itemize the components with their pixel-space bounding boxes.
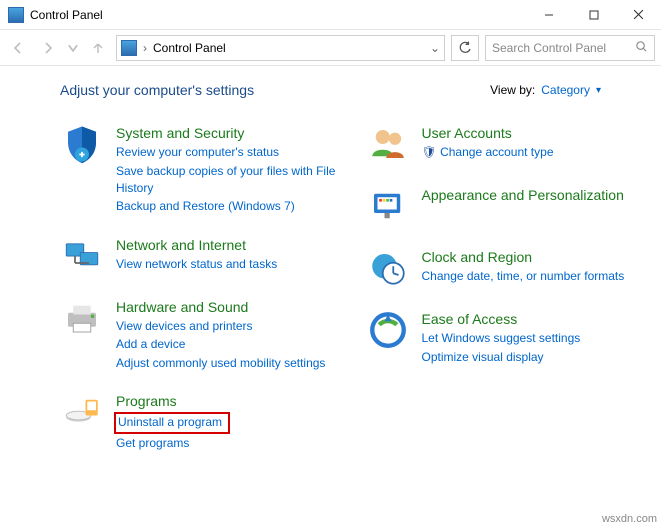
user-accounts-icon [366, 122, 410, 166]
clock-icon [366, 246, 410, 290]
category-title[interactable]: System and Security [116, 124, 336, 142]
link-devices-printers[interactable]: View devices and printers [116, 318, 325, 335]
breadcrumb-path[interactable]: Control Panel [153, 41, 424, 55]
address-bar[interactable]: › Control Panel ⌄ [116, 35, 445, 61]
programs-icon [60, 390, 104, 434]
category-title[interactable]: Clock and Region [422, 248, 625, 266]
category-clock-and-region: Clock and Region Change date, time, or n… [366, 246, 642, 290]
search-icon [635, 40, 648, 56]
link-network-status[interactable]: View network status and tasks [116, 256, 277, 273]
back-button[interactable] [6, 36, 30, 60]
view-by-control: View by: Category ▾ [490, 83, 601, 97]
page-title: Adjust your computer's settings [60, 82, 254, 98]
view-by-label: View by: [490, 83, 535, 97]
watermark-text: wsxdn.com [602, 513, 657, 525]
caret-down-icon[interactable]: ▾ [596, 85, 601, 96]
category-title[interactable]: Ease of Access [422, 310, 581, 328]
maximize-button[interactable] [571, 0, 616, 30]
control-panel-icon [121, 40, 137, 56]
refresh-button[interactable] [451, 35, 479, 61]
content-area: Adjust your computer's settings View by:… [0, 66, 661, 480]
control-panel-app-icon [8, 7, 24, 23]
network-icon [60, 234, 104, 278]
highlight-box: Uninstall a program [114, 412, 230, 433]
link-mobility-settings[interactable]: Adjust commonly used mobility settings [116, 355, 325, 372]
recent-locations-button[interactable] [66, 36, 80, 60]
chevron-down-icon[interactable]: ⌄ [430, 41, 440, 55]
up-button[interactable] [86, 36, 110, 60]
link-get-programs[interactable]: Get programs [116, 435, 230, 452]
category-title[interactable]: Hardware and Sound [116, 298, 325, 316]
category-programs: Programs Uninstall a program Get program… [60, 390, 336, 452]
chevron-right-icon[interactable]: › [143, 41, 147, 55]
category-appearance-personalization: Appearance and Personalization [366, 184, 642, 228]
ease-of-access-icon [366, 308, 410, 352]
search-input[interactable]: Search Control Panel [485, 35, 655, 61]
link-optimize-display[interactable]: Optimize visual display [422, 349, 581, 366]
category-hardware-and-sound: Hardware and Sound View devices and prin… [60, 296, 336, 372]
category-network-and-internet: Network and Internet View network status… [60, 234, 336, 278]
link-backup-restore[interactable]: Backup and Restore (Windows 7) [116, 198, 336, 215]
link-date-time-formats[interactable]: Change date, time, or number formats [422, 268, 625, 285]
search-placeholder: Search Control Panel [492, 41, 606, 55]
link-file-history[interactable]: Save backup copies of your files with Fi… [116, 163, 336, 198]
printer-icon [60, 296, 104, 340]
forward-button[interactable] [36, 36, 60, 60]
titlebar: Control Panel [0, 0, 661, 30]
minimize-button[interactable] [526, 0, 571, 30]
category-title[interactable]: Network and Internet [116, 236, 277, 254]
category-user-accounts: User Accounts 🛡 Change account type [366, 122, 642, 166]
link-suggest-settings[interactable]: Let Windows suggest settings [422, 330, 581, 347]
shield-icon [60, 122, 104, 166]
link-uninstall-program[interactable]: Uninstall a program [118, 415, 222, 429]
link-add-device[interactable]: Add a device [116, 336, 325, 353]
category-title[interactable]: Programs [116, 392, 230, 410]
right-column: User Accounts 🛡 Change account type Appe… [366, 122, 642, 470]
category-system-and-security: System and Security Review your computer… [60, 122, 336, 216]
view-by-value[interactable]: Category [541, 83, 590, 97]
left-column: System and Security Review your computer… [60, 122, 336, 470]
category-title[interactable]: Appearance and Personalization [422, 186, 624, 204]
category-title[interactable]: User Accounts [422, 124, 554, 142]
link-change-account-type[interactable]: 🛡 Change account type [422, 144, 554, 161]
toolbar: › Control Panel ⌄ Search Control Panel [0, 30, 661, 66]
close-button[interactable] [616, 0, 661, 30]
appearance-icon [366, 184, 410, 228]
link-review-status[interactable]: Review your computer's status [116, 144, 336, 161]
window-title: Control Panel [30, 8, 103, 22]
category-ease-of-access: Ease of Access Let Windows suggest setti… [366, 308, 642, 366]
